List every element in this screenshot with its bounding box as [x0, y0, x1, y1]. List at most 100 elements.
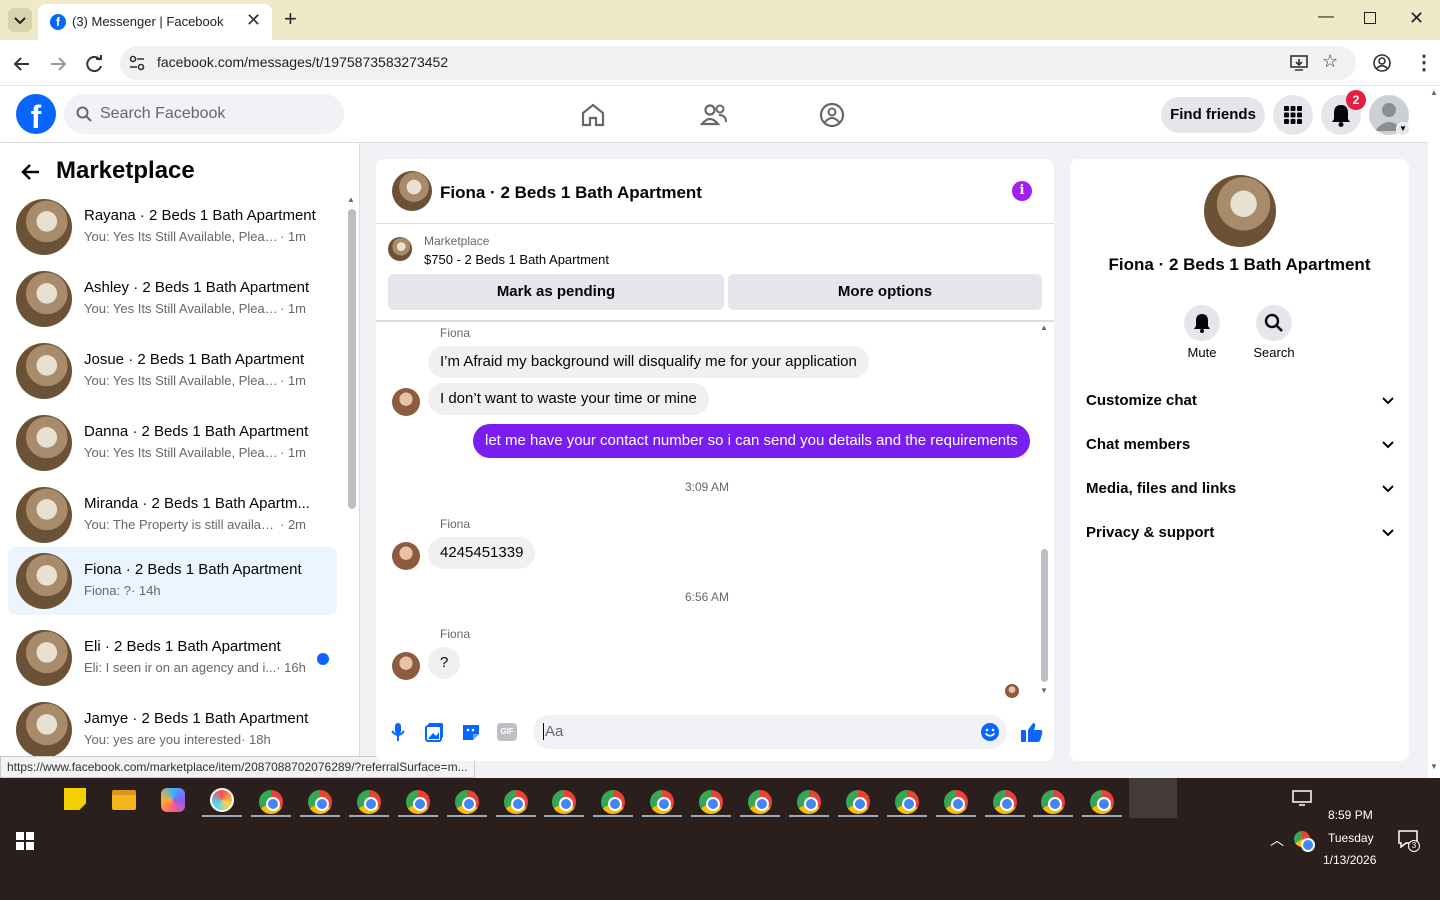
message-input[interactable]: Aa	[533, 715, 1007, 749]
show-hidden-icons-chevron-icon[interactable]: ︿	[1270, 830, 1284, 850]
emoji-icon[interactable]	[980, 722, 1000, 742]
back-arrow-icon[interactable]	[12, 54, 32, 74]
find-friends-button[interactable]: Find friends	[1161, 97, 1265, 133]
chat-avatar[interactable]	[392, 171, 432, 211]
details-section-toggle[interactable]: Customize chat	[1086, 381, 1396, 421]
close-window-button[interactable]: ✕	[1409, 8, 1424, 29]
file-explorer-icon[interactable]	[112, 790, 136, 810]
site-settings-icon[interactable]	[128, 54, 146, 72]
menu-grid-button[interactable]	[1273, 95, 1313, 135]
chrome-taskbar-icon[interactable]	[1041, 790, 1066, 814]
scroll-down-arrow-icon[interactable]: ▼	[1040, 686, 1048, 695]
listing-price-title[interactable]: $750 - 2 Beds 1 Bath Apartment	[424, 252, 609, 267]
scroll-up-arrow-icon[interactable]: ▲	[1430, 88, 1438, 97]
browser-menu-icon[interactable]: ⋮	[1414, 50, 1434, 75]
scroll-up-arrow-icon[interactable]: ▲	[1040, 323, 1048, 332]
sticker-icon[interactable]	[461, 722, 481, 742]
details-section-toggle[interactable]: Chat members	[1086, 425, 1396, 465]
chrome-taskbar-icon[interactable]	[356, 790, 381, 814]
chrome-taskbar-icon[interactable]	[405, 790, 430, 814]
profile-icon[interactable]	[1372, 53, 1392, 73]
chrome-taskbar-icon[interactable]	[503, 790, 528, 814]
account-chevron-icon[interactable]: ▼	[1396, 122, 1410, 136]
notifications-button[interactable]: 2	[1321, 90, 1366, 135]
chrome-taskbar-icon[interactable]	[845, 790, 870, 814]
sender-avatar[interactable]	[392, 388, 420, 416]
details-section-toggle[interactable]: Media, files and links	[1086, 469, 1396, 509]
incoming-message[interactable]: ?	[428, 647, 461, 679]
conversation-item[interactable]: Jamye · 2 Beds 1 Bath Apartment You: yes …	[8, 696, 337, 764]
chrome-taskbar-icon[interactable]	[601, 790, 626, 814]
sticky-notes-icon[interactable]	[64, 788, 86, 810]
conversation-item[interactable]: Miranda · 2 Beds 1 Bath Apartm... You: Th…	[8, 481, 337, 549]
browser-tab[interactable]: f (3) Messenger | Facebook ✕	[38, 4, 272, 40]
sender-avatar[interactable]	[392, 542, 420, 570]
windows-start-icon[interactable]	[16, 832, 34, 850]
details-section-toggle[interactable]: Privacy & support	[1086, 513, 1396, 553]
microphone-icon[interactable]	[390, 722, 406, 742]
minimize-button[interactable]: —	[1318, 8, 1334, 26]
gif-button[interactable]: GIF	[497, 723, 517, 741]
conversation-list-scrollbar[interactable]	[348, 209, 356, 509]
conversation-info-button[interactable]: i	[1012, 181, 1032, 201]
back-arrow-icon[interactable]	[20, 161, 42, 183]
taskbar-app-indicator	[348, 815, 389, 817]
chat-title[interactable]: Fiona · 2 Beds 1 Bath Apartment	[440, 183, 702, 203]
chrome-taskbar-icon[interactable]	[1090, 790, 1115, 814]
conversation-item[interactable]: Rayana · 2 Beds 1 Bath Apartment You: Yes…	[8, 193, 337, 261]
chrome-taskbar-icon[interactable]	[552, 790, 577, 814]
page-scrollbar[interactable]: ▲ ▼	[1428, 86, 1440, 778]
search-in-conversation-button[interactable]	[1256, 305, 1292, 341]
mute-button[interactable]	[1184, 305, 1220, 341]
chrome-taskbar-icon[interactable]	[943, 790, 968, 814]
chrome-taskbar-icon[interactable]	[748, 790, 772, 814]
desktop-display-icon[interactable]	[1292, 790, 1312, 806]
chrome-tray-icon[interactable]	[1294, 831, 1315, 852]
scroll-down-arrow-icon[interactable]: ▼	[1430, 762, 1438, 771]
incoming-message[interactable]: 4245451339	[428, 537, 536, 569]
chrome-taskbar-icon[interactable]	[796, 790, 821, 814]
conversation-item[interactable]: Eli · 2 Beds 1 Bath Apartment Eli: I seen…	[8, 624, 337, 692]
photo-icon[interactable]	[425, 722, 445, 742]
paint-icon[interactable]	[210, 788, 234, 812]
tab-close-icon[interactable]: ✕	[246, 10, 261, 31]
restore-button[interactable]	[1364, 12, 1376, 24]
forward-arrow-icon[interactable]	[48, 54, 68, 74]
sender-avatar[interactable]	[392, 652, 420, 680]
incoming-message[interactable]: I don’t want to waste your time or mine	[428, 383, 709, 415]
url-bar[interactable]: facebook.com/messages/t/1975873583273452…	[120, 46, 1356, 80]
facebook-search-input[interactable]: Search Facebook	[64, 94, 344, 134]
home-icon[interactable]	[580, 102, 606, 128]
conversation-item[interactable]: Josue · 2 Beds 1 Bath Apartment You: Yes …	[8, 337, 337, 405]
taskbar-app-indicator	[886, 815, 927, 817]
install-app-icon[interactable]	[1290, 54, 1308, 72]
scroll-up-arrow-icon[interactable]: ▲	[347, 195, 355, 204]
reload-icon[interactable]	[85, 54, 105, 74]
conversation-item[interactable]: Ashley · 2 Beds 1 Bath Apartment You: Yes…	[8, 265, 337, 333]
chrome-taskbar-icon[interactable]	[992, 790, 1017, 814]
bookmark-star-icon[interactable]: ☆	[1322, 51, 1338, 72]
chrome-taskbar-icon[interactable]	[894, 790, 919, 814]
conversation-item[interactable]: Fiona · 2 Beds 1 Bath Apartment Fiona: ?·…	[8, 547, 337, 615]
tray-time[interactable]: 8:59 PM	[1328, 808, 1373, 822]
chrome-taskbar-icon[interactable]	[307, 790, 332, 814]
friends-icon[interactable]	[700, 102, 728, 128]
outgoing-message[interactable]: let me have your contact number so i can…	[473, 424, 1030, 458]
groups-icon[interactable]	[818, 101, 846, 129]
chrome-taskbar-icon[interactable]	[650, 790, 675, 814]
conversation-item[interactable]: Danna · 2 Beds 1 Bath Apartment You: Yes …	[8, 409, 337, 477]
thumbs-up-icon[interactable]	[1020, 721, 1044, 743]
listing-thumbnail[interactable]	[388, 237, 412, 261]
more-options-button[interactable]: More options	[728, 274, 1042, 310]
tab-search-button[interactable]	[8, 8, 32, 32]
incoming-message[interactable]: I’m Afraid my background will disqualify…	[428, 346, 869, 378]
mark-as-pending-button[interactable]: Mark as pending	[388, 274, 724, 310]
chrome-taskbar-icon[interactable]	[699, 790, 724, 814]
chat-profile-image[interactable]	[1204, 175, 1276, 247]
chrome-taskbar-icon[interactable]	[454, 790, 479, 814]
chrome-taskbar-icon[interactable]	[259, 790, 283, 814]
copilot-icon[interactable]	[161, 788, 185, 812]
messages-scrollbar[interactable]	[1041, 549, 1048, 682]
facebook-logo[interactable]: f	[16, 94, 56, 134]
new-tab-button[interactable]: +	[284, 6, 297, 32]
